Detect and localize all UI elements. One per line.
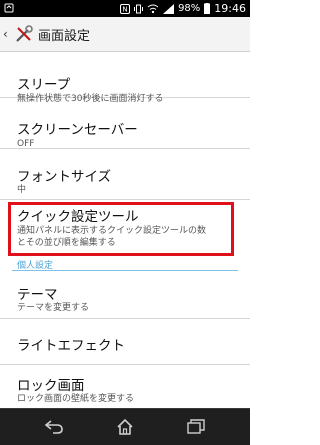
- settings-item-lock-screen[interactable]: ロック画面 ロック画面の壁紙を変更する: [0, 365, 250, 407]
- settings-item-light-effect[interactable]: ライトエフェクト: [0, 319, 250, 365]
- app-bar: ‹ 画面設定: [0, 17, 250, 52]
- signal-icon: [163, 3, 175, 14]
- setting-subtitle: テーマを変更する: [17, 303, 90, 313]
- settings-item-sleep[interactable]: スリープ 無操作状態で30秒後に画面消灯する: [0, 52, 250, 104]
- battery-percent: 98%: [178, 3, 201, 14]
- screen-settings-tools-icon: [16, 25, 33, 42]
- setting-title: フォントサイズ: [17, 169, 112, 185]
- setting-title: ライトエフェクト: [17, 338, 125, 354]
- vibrate-icon: [134, 4, 144, 13]
- setting-title: ロック画面: [17, 378, 85, 394]
- status-bar: N 98% 19:46: [0, 0, 250, 17]
- recent-apps-icon: [187, 419, 205, 434]
- settings-item-screensaver[interactable]: スクリーンセーバー OFF: [0, 98, 250, 149]
- setting-title: スクリーンセーバー: [17, 122, 138, 138]
- clock: 19:46: [214, 2, 246, 15]
- setting-subtitle: ロック画面の壁紙を変更する: [17, 394, 135, 404]
- section-divider: [12, 270, 238, 271]
- back-icon: [44, 420, 63, 434]
- navigation-bar: [0, 408, 250, 445]
- setting-title: スリープ: [17, 77, 71, 93]
- android-notification-icon: [4, 3, 14, 13]
- setting-subtitle: 中: [17, 185, 27, 195]
- nav-recent-apps-button[interactable]: [184, 415, 208, 439]
- nav-home-button[interactable]: [113, 415, 137, 439]
- nfc-icon: N: [120, 3, 131, 14]
- settings-item-font-size[interactable]: フォントサイズ 中: [0, 149, 250, 200]
- svg-text:N: N: [122, 5, 127, 13]
- battery-icon: [204, 3, 211, 14]
- nav-back-button[interactable]: [42, 415, 66, 439]
- settings-item-theme[interactable]: テーマ テーマを変更する: [0, 272, 250, 319]
- highlight-box: [8, 202, 234, 256]
- wifi-icon: [147, 4, 159, 13]
- home-icon: [117, 418, 133, 435]
- page-title: 画面設定: [38, 28, 91, 44]
- back-chevron-icon[interactable]: ‹: [3, 27, 13, 41]
- setting-title: テーマ: [17, 287, 58, 303]
